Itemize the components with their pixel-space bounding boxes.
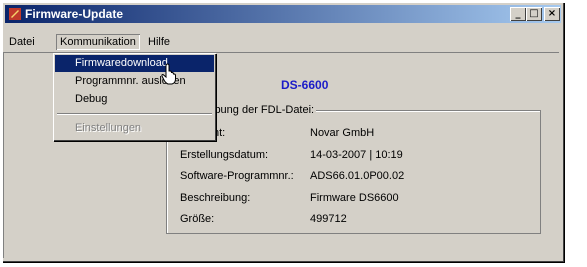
fdl-row-label: Beschreibung: xyxy=(180,192,251,204)
window-title: Firmware-Update xyxy=(25,7,124,21)
maximize-button[interactable]: □ xyxy=(526,7,542,21)
fdl-row-value: 14-03-2007 | 10:19 xyxy=(310,149,403,161)
close-button[interactable]: × xyxy=(544,7,560,21)
fdl-row-value: 499712 xyxy=(310,213,347,225)
firmware-app-icon xyxy=(9,8,21,20)
kommunikation-dropdown: Firmwaredownload Programmnr. auslösen De… xyxy=(53,53,216,141)
mouse-cursor-icon xyxy=(161,63,176,85)
fdl-row-label: Erstellungsdatum: xyxy=(180,149,269,161)
menu-separator xyxy=(57,113,212,115)
title-bar[interactable]: Firmware-Update _ □ × xyxy=(5,5,561,23)
fdl-row-value: ADS66.01.0P00.02 xyxy=(310,170,405,182)
fdl-group-title: ibung der FDL-Datei: xyxy=(210,104,317,116)
menu-hilfe[interactable]: Hilfe xyxy=(144,34,174,50)
menu-item-programmnr-ausloesen[interactable]: Programmnr. auslösen xyxy=(55,73,214,90)
fdl-row-label: Software-Programmnr.: xyxy=(180,170,294,182)
device-value: DS-6600 xyxy=(281,78,329,92)
menu-datei[interactable]: Datei xyxy=(5,34,39,50)
menu-bar: Datei Kommunikation Hilfe xyxy=(3,33,559,51)
menu-item-firmwaredownload[interactable]: Firmwaredownload xyxy=(55,55,214,72)
minimize-button[interactable]: _ xyxy=(510,7,526,21)
fdl-row-value: Novar GmbH xyxy=(310,127,375,139)
menu-item-einstellungen: Einstellungen xyxy=(75,122,142,134)
menu-kommunikation[interactable]: Kommunikation xyxy=(56,34,140,50)
fdl-row-value: Firmware DS6600 xyxy=(310,192,399,204)
fdl-row-label: Größe: xyxy=(180,213,215,225)
menu-item-debug[interactable]: Debug xyxy=(55,91,214,108)
